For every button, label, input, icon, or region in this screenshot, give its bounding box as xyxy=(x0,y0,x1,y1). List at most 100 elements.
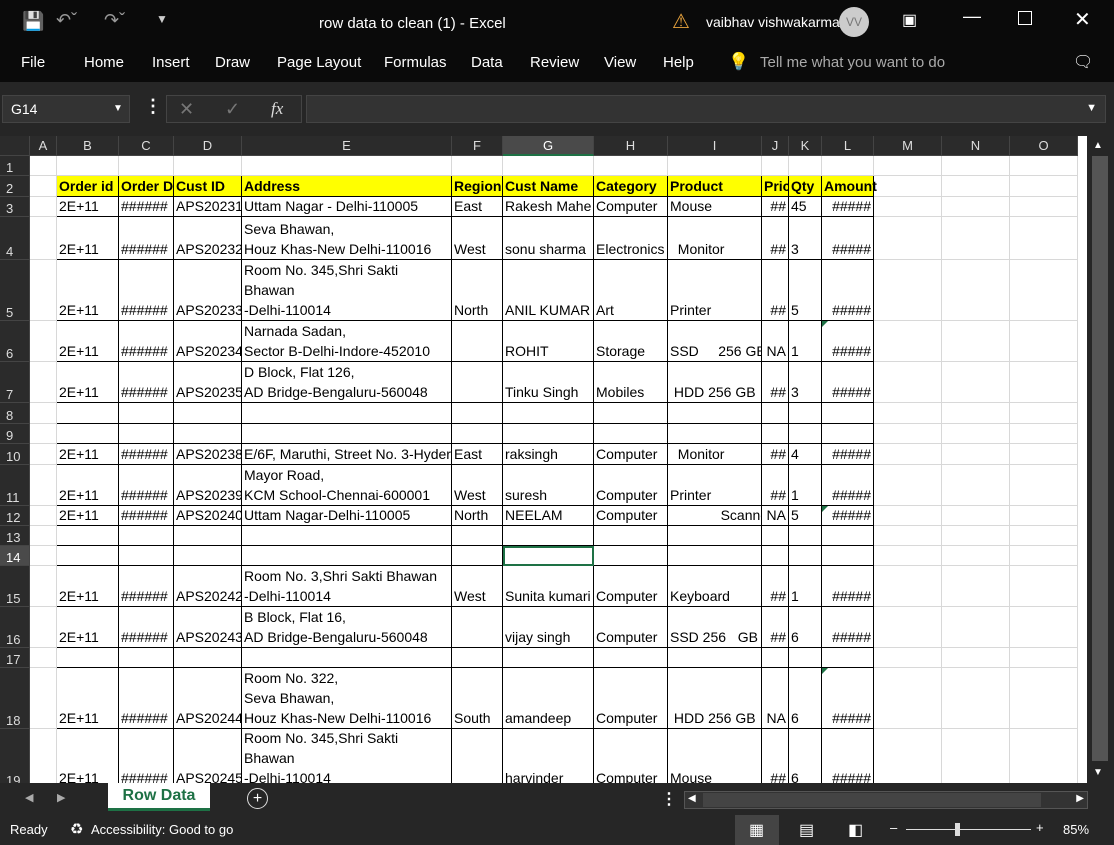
row-header-11[interactable]: 11 xyxy=(0,465,30,506)
cell-E4[interactable]: Seva Bhawan, Houz Khas-New Delhi-110016 xyxy=(242,217,452,260)
cell-A9[interactable] xyxy=(30,424,57,444)
cell-L4[interactable]: ##### xyxy=(822,217,874,260)
cell-H15[interactable]: Computer xyxy=(594,566,668,607)
row-header-14[interactable]: 14 xyxy=(0,546,30,566)
cell-M11[interactable] xyxy=(874,465,942,506)
tab-insert[interactable]: Insert xyxy=(152,54,190,71)
cell-E5[interactable]: Room No. 345,Shri Sakti Bhawan -Delhi-11… xyxy=(242,260,452,321)
column-header-B[interactable]: B xyxy=(57,136,119,156)
cell-I14[interactable] xyxy=(668,546,762,566)
cell-M19[interactable] xyxy=(874,729,942,783)
cell-G12[interactable]: NEELAM xyxy=(503,506,594,526)
cell-K14[interactable] xyxy=(789,546,822,566)
cell-I9[interactable] xyxy=(668,424,762,444)
cell-I1[interactable] xyxy=(668,156,762,176)
cell-C13[interactable] xyxy=(119,526,174,546)
cell-B15[interactable]: 2E+11 xyxy=(57,566,119,607)
row-header-3[interactable]: 3 xyxy=(0,197,30,217)
cell-N2[interactable] xyxy=(942,176,1010,197)
cell-C3[interactable]: ###### xyxy=(119,197,174,217)
cell-M2[interactable] xyxy=(874,176,942,197)
cell-O9[interactable] xyxy=(1010,424,1078,444)
sheet-tab-row-data[interactable]: Row Data xyxy=(108,783,210,811)
cell-A7[interactable] xyxy=(30,362,57,403)
cell-N17[interactable] xyxy=(942,648,1010,668)
cell-B11[interactable]: 2E+11 xyxy=(57,465,119,506)
cell-A14[interactable] xyxy=(30,546,57,566)
cell-N11[interactable] xyxy=(942,465,1010,506)
cell-B17[interactable] xyxy=(57,648,119,668)
cell-N6[interactable] xyxy=(942,321,1010,362)
cell-D5[interactable]: APS20233 xyxy=(174,260,242,321)
avatar[interactable]: VV xyxy=(839,7,869,37)
cell-C11[interactable]: ###### xyxy=(119,465,174,506)
undo-icon[interactable]: ↶ˇ xyxy=(56,10,77,31)
column-header-F[interactable]: F xyxy=(452,136,503,156)
cell-F18[interactable]: South xyxy=(452,668,503,729)
cell-H5[interactable]: Art xyxy=(594,260,668,321)
row-header-10[interactable]: 10 xyxy=(0,444,30,465)
cell-N9[interactable] xyxy=(942,424,1010,444)
cell-O13[interactable] xyxy=(1010,526,1078,546)
cell-I18[interactable]: HDD 256 GB xyxy=(668,668,762,729)
cell-D12[interactable]: APS20240 xyxy=(174,506,242,526)
cell-I2[interactable]: Product xyxy=(668,176,762,197)
cell-F12[interactable]: North xyxy=(452,506,503,526)
cell-F17[interactable] xyxy=(452,648,503,668)
cell-G17[interactable] xyxy=(503,648,594,668)
cell-M16[interactable] xyxy=(874,607,942,648)
cell-O15[interactable] xyxy=(1010,566,1078,607)
cell-E6[interactable]: Narnada Sadan, Sector B-Delhi-Indore-452… xyxy=(242,321,452,362)
row-header-9[interactable]: 9 xyxy=(0,424,30,444)
page-break-view-icon[interactable]: ◧ xyxy=(848,820,863,840)
cell-I16[interactable]: SSD 256 GB xyxy=(668,607,762,648)
cell-E1[interactable] xyxy=(242,156,452,176)
cell-L15[interactable]: ##### xyxy=(822,566,874,607)
cell-L17[interactable] xyxy=(822,648,874,668)
vertical-scrollbar[interactable]: ▲ ▼ xyxy=(1087,136,1114,783)
cell-M6[interactable] xyxy=(874,321,942,362)
cell-F6[interactable] xyxy=(452,321,503,362)
column-header-L[interactable]: L xyxy=(822,136,874,156)
cell-D11[interactable]: APS20239 xyxy=(174,465,242,506)
cell-C7[interactable]: ###### xyxy=(119,362,174,403)
cell-B16[interactable]: 2E+11 xyxy=(57,607,119,648)
cell-I3[interactable]: Mouse xyxy=(668,197,762,217)
cell-L8[interactable] xyxy=(822,403,874,424)
cell-D15[interactable]: APS20242 xyxy=(174,566,242,607)
row-header-2[interactable]: 2 xyxy=(0,176,30,197)
cell-D6[interactable]: APS20234 xyxy=(174,321,242,362)
cell-G8[interactable] xyxy=(503,403,594,424)
cell-K9[interactable] xyxy=(789,424,822,444)
cell-B7[interactable]: 2E+11 xyxy=(57,362,119,403)
cell-F19[interactable] xyxy=(452,729,503,783)
cell-J9[interactable] xyxy=(762,424,789,444)
cell-G3[interactable]: Rakesh Mahe xyxy=(503,197,594,217)
cell-I6[interactable]: SSD 256 GB xyxy=(668,321,762,362)
cell-C5[interactable]: ###### xyxy=(119,260,174,321)
cell-M13[interactable] xyxy=(874,526,942,546)
cell-N7[interactable] xyxy=(942,362,1010,403)
cell-D13[interactable] xyxy=(174,526,242,546)
cell-O3[interactable] xyxy=(1010,197,1078,217)
cell-E7[interactable]: D Block, Flat 126, AD Bridge-Bengaluru-5… xyxy=(242,362,452,403)
row-header-7[interactable]: 7 xyxy=(0,362,30,403)
cell-L13[interactable] xyxy=(822,526,874,546)
user-name[interactable]: vaibhav vishwakarma xyxy=(706,14,840,30)
cell-B4[interactable]: 2E+11 xyxy=(57,217,119,260)
error-indicator-icon[interactable] xyxy=(822,668,828,674)
cell-A18[interactable] xyxy=(30,668,57,729)
zoom-out-button[interactable]: – xyxy=(890,820,897,835)
cell-K11[interactable]: 1 xyxy=(789,465,822,506)
cell-I15[interactable]: Keyboard xyxy=(668,566,762,607)
cell-H9[interactable] xyxy=(594,424,668,444)
cell-E16[interactable]: B Block, Flat 16, AD Bridge-Bengaluru-56… xyxy=(242,607,452,648)
cell-A15[interactable] xyxy=(30,566,57,607)
row-header-5[interactable]: 5 xyxy=(0,260,30,321)
cell-I10[interactable]: Monitor xyxy=(668,444,762,465)
cell-F13[interactable] xyxy=(452,526,503,546)
cell-D18[interactable]: APS20244 xyxy=(174,668,242,729)
cell-M17[interactable] xyxy=(874,648,942,668)
cell-L19[interactable]: ##### xyxy=(822,729,874,783)
cell-O11[interactable] xyxy=(1010,465,1078,506)
